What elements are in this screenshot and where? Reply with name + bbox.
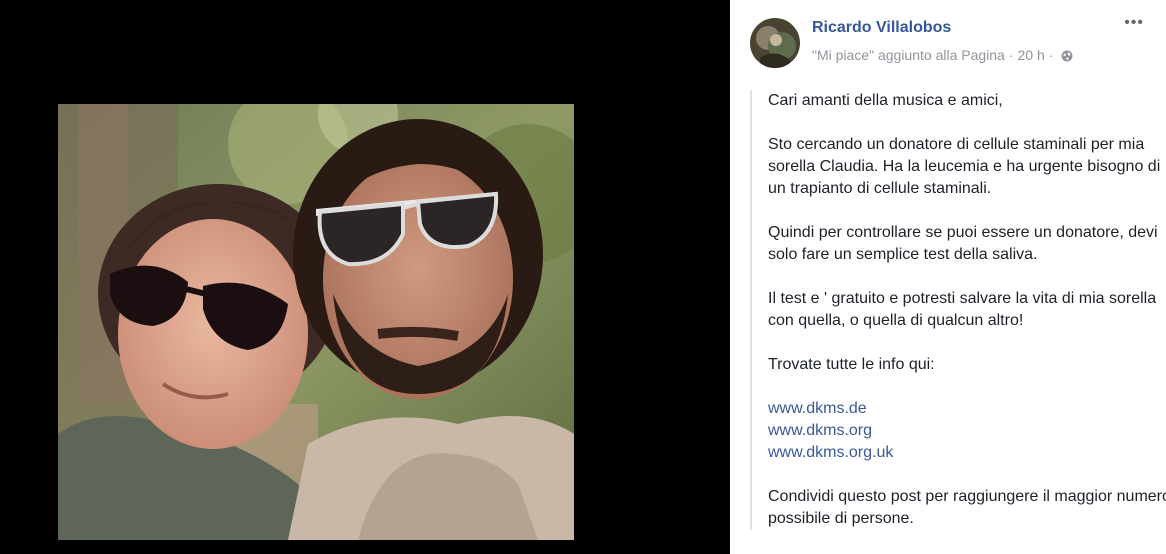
post-paragraph: Trovate tutte le info qui: — [768, 356, 935, 373]
meta-separator-2: · — [1048, 47, 1054, 63]
post-body: Cari amanti della musica e amici, Sto ce… — [750, 90, 1166, 530]
post-paragraph: Cari amanti della musica e amici, — [768, 92, 1003, 109]
link-dkms-org-uk[interactable]: www.dkms.org.uk — [768, 442, 1166, 464]
post-closing: Condividi questo post per raggiungere il… — [768, 488, 1166, 527]
post-paragraph: Il test e ' gratuito e potresti salvare … — [768, 290, 1157, 329]
globe-icon[interactable] — [1061, 49, 1073, 65]
meta-text: "Mi piace" aggiunto alla Pagina — [812, 47, 1005, 63]
avatar[interactable] — [750, 18, 800, 68]
post-meta: "Mi piace" aggiunto alla Pagina · 20 h · — [812, 47, 1073, 65]
photo-viewer — [0, 0, 730, 554]
author-name[interactable]: Ricardo Villalobos — [812, 19, 951, 37]
links-block: www.dkms.de www.dkms.org www.dkms.org.uk — [768, 398, 1166, 464]
post-paragraph: Sto cercando un donatore di cellule stam… — [768, 136, 1161, 197]
more-options-icon[interactable]: ••• — [1124, 14, 1144, 32]
post-paragraph: Quindi per controllare se puoi essere un… — [768, 224, 1158, 263]
meta-separator: · — [1008, 47, 1014, 63]
link-dkms-org[interactable]: www.dkms.org — [768, 420, 1166, 442]
post-photo[interactable] — [58, 104, 574, 540]
post-time[interactable]: 20 h — [1018, 47, 1045, 63]
link-dkms-de[interactable]: www.dkms.de — [768, 398, 1166, 420]
post-panel: Ricardo Villalobos "Mi piace" aggiunto a… — [730, 0, 1166, 554]
